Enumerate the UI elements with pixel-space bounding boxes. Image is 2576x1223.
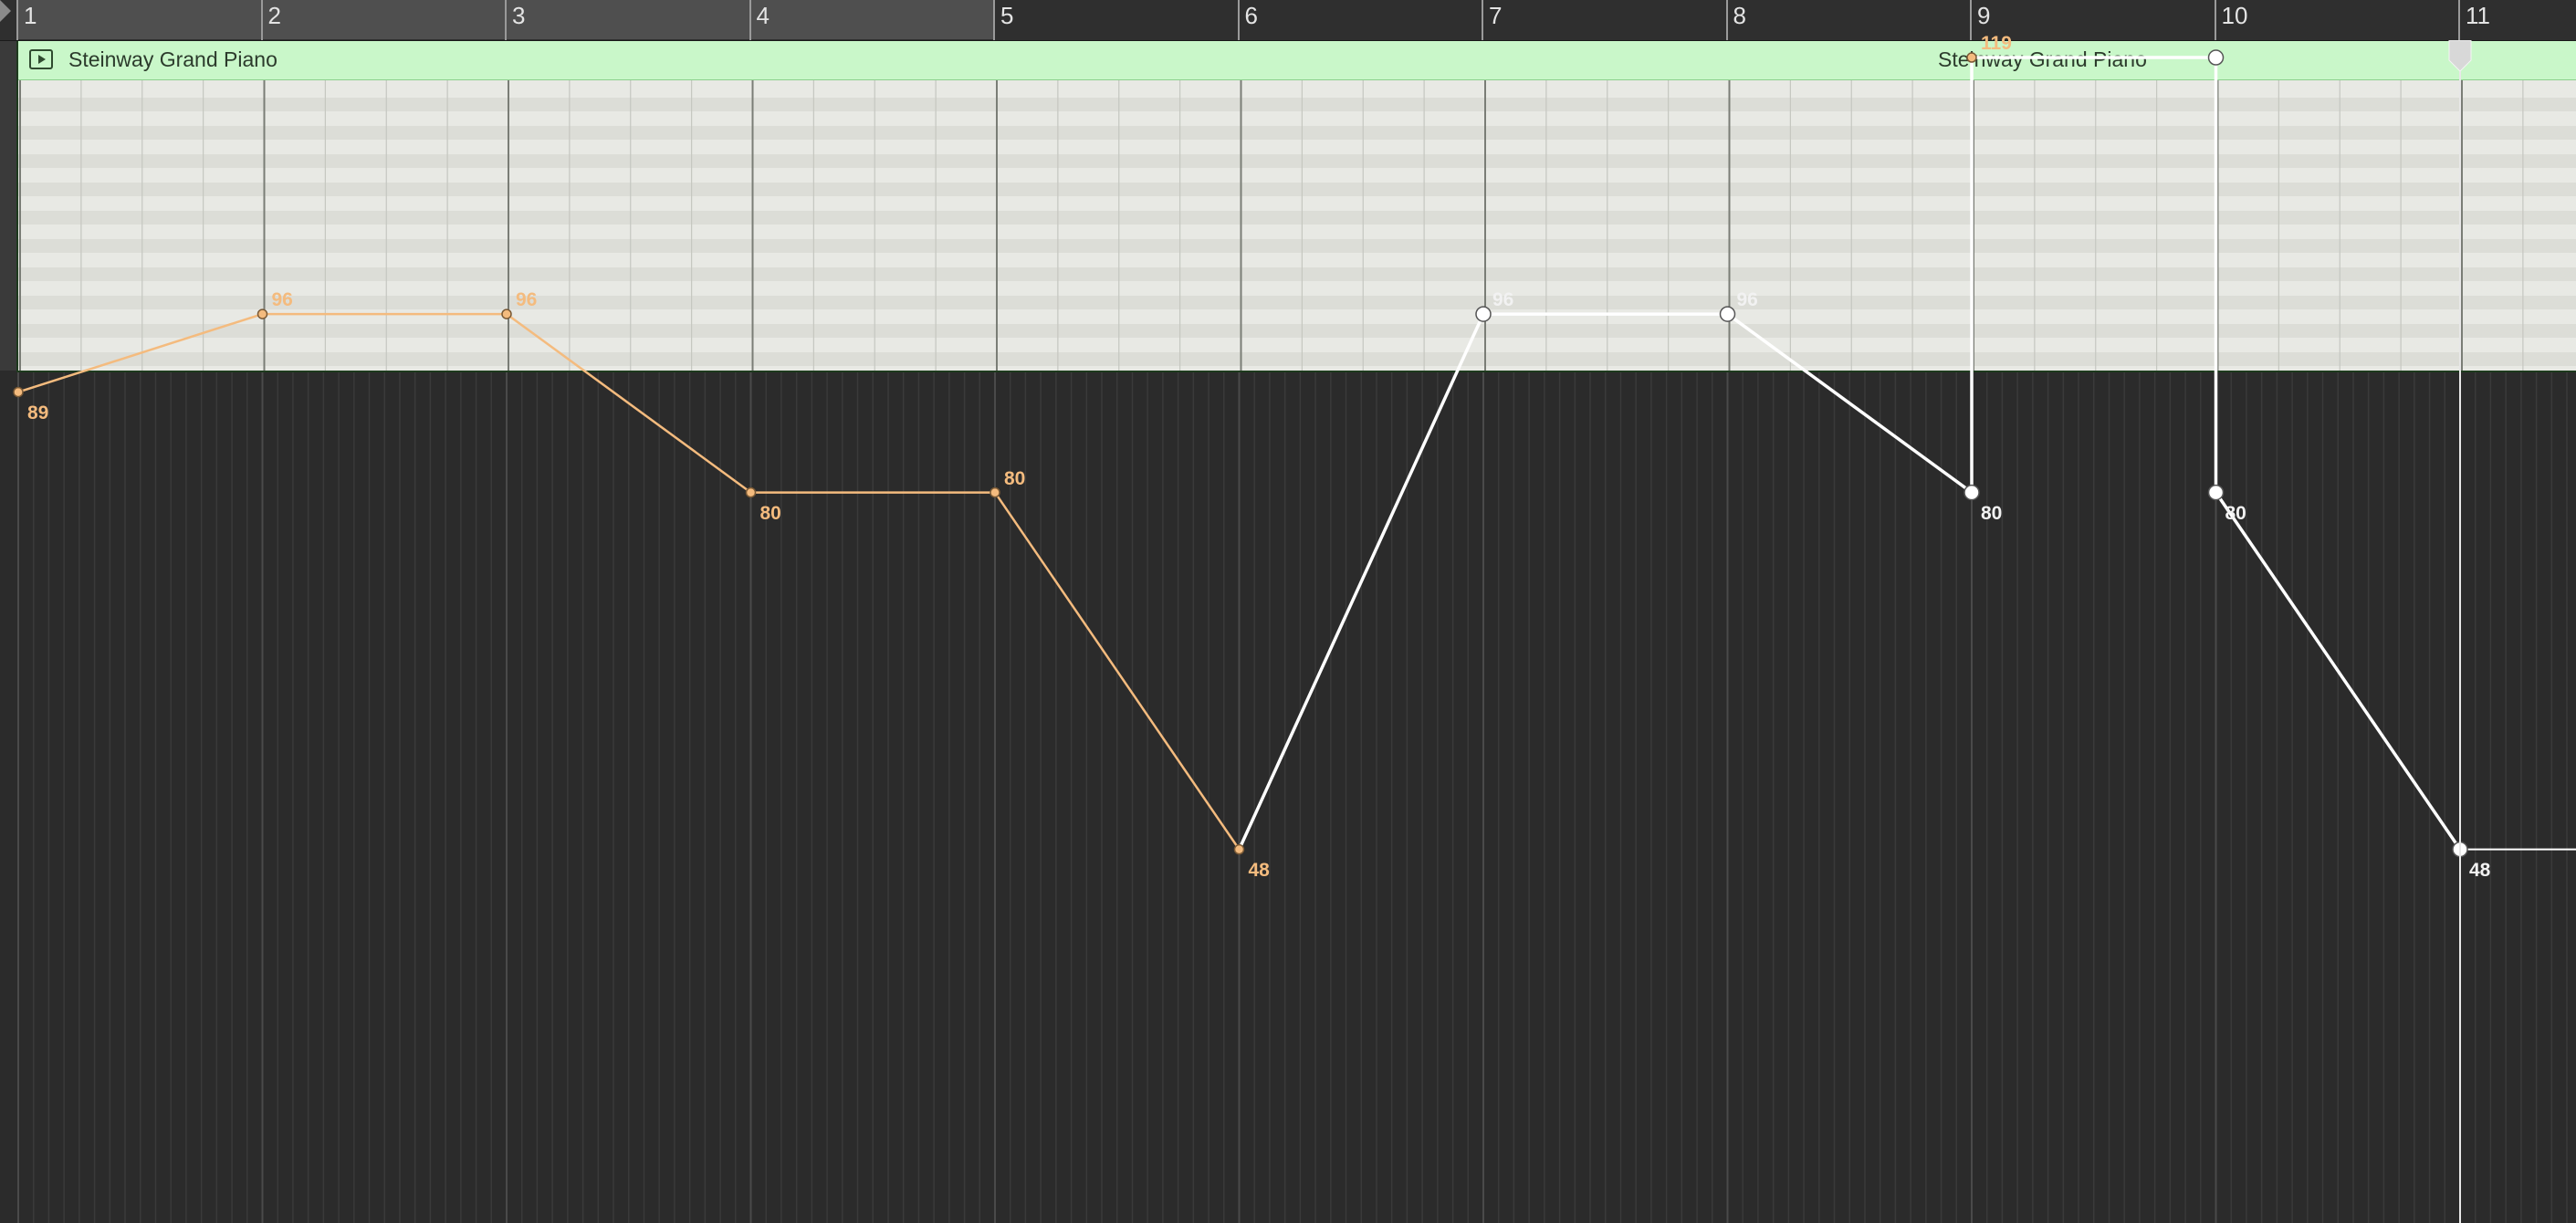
automation-value-label: 80 (1981, 502, 2003, 524)
automation-value-label: 48 (2469, 859, 2491, 881)
automation-node[interactable] (1475, 306, 1492, 322)
automation-node[interactable] (1719, 306, 1736, 322)
automation-node[interactable] (13, 386, 24, 398)
automation-value-label: 80 (759, 502, 781, 524)
automation-value-label: 96 (1736, 289, 1758, 311)
automation-value-label: 119 (1981, 33, 2012, 55)
automation-node[interactable] (1963, 484, 1980, 501)
automation-node[interactable] (1966, 52, 1977, 63)
automation-segment (1237, 313, 1485, 851)
playhead[interactable] (2459, 40, 2461, 1223)
automation-segment (993, 491, 1241, 851)
automation-value-label: 80 (2225, 502, 2246, 524)
automation-segment (506, 313, 752, 494)
automation-value-label: 89 (27, 402, 49, 423)
automation-segment (17, 312, 263, 393)
playhead-handle-icon[interactable] (2446, 40, 2474, 71)
automation-node[interactable] (501, 308, 512, 319)
automation-node[interactable] (745, 486, 757, 498)
automation-value-label: 48 (1248, 859, 1270, 881)
automation-segment (1726, 312, 1974, 495)
automation-value-label: 80 (1004, 467, 1026, 489)
automation-curve[interactable] (0, 0, 2576, 1223)
automation-node[interactable] (257, 308, 268, 319)
automation-node[interactable] (1233, 843, 1245, 855)
automation-node[interactable] (2207, 49, 2225, 66)
automation-node[interactable] (2207, 484, 2225, 501)
automation-value-label: 96 (271, 289, 293, 311)
automation-value-label: 96 (1492, 289, 1514, 311)
automation-value-label: 96 (516, 289, 538, 311)
automation-segment (2215, 491, 2462, 851)
automation-node[interactable] (990, 486, 1000, 498)
